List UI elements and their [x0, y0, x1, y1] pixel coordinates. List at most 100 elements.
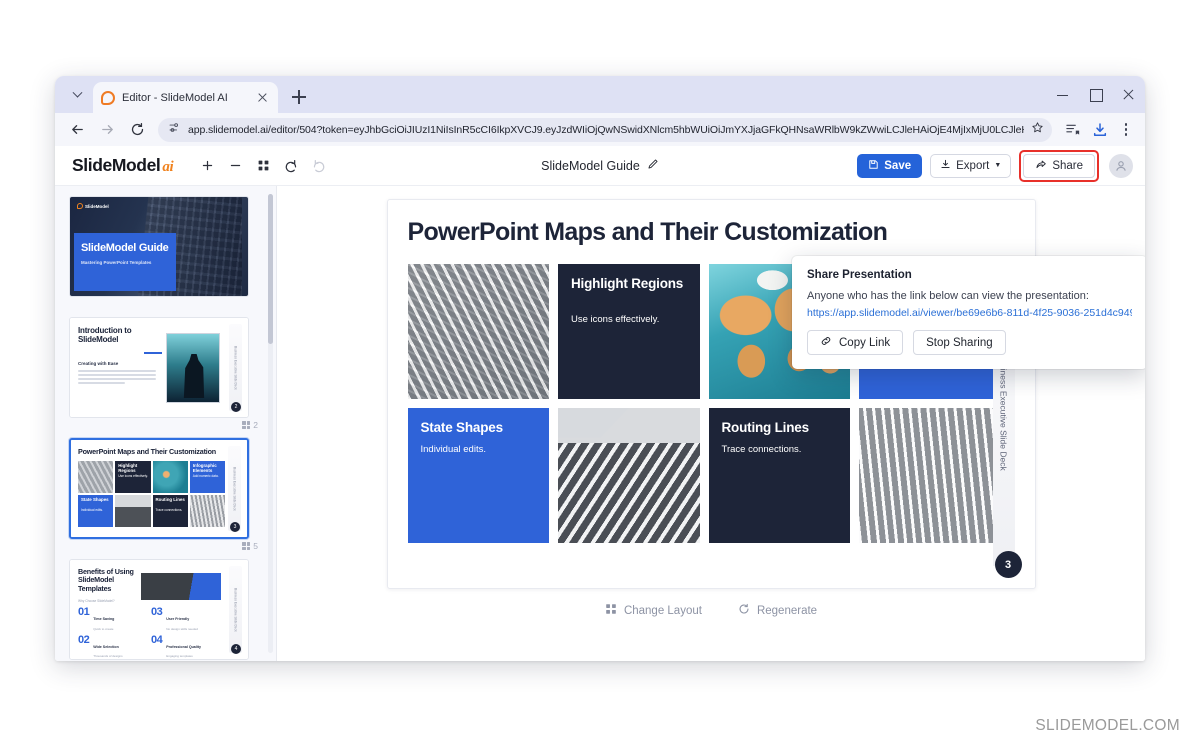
- benefit-item: 01 Time Saving Quick to create: [78, 607, 143, 631]
- download-icon: [940, 159, 951, 173]
- browser-tab-title: Editor - SlideModel AI: [122, 91, 228, 104]
- header-tools: [195, 154, 331, 178]
- benefit-desc: Thousands of designs: [93, 654, 123, 658]
- browser-tab[interactable]: Editor - SlideModel AI: [93, 82, 278, 113]
- thumbnail-cell: [115, 495, 151, 527]
- sidebar-thumbnail-2[interactable]: Introduction to SlideModel Creating with…: [69, 317, 262, 432]
- refresh-icon: [738, 603, 750, 618]
- thumbnail-frame[interactable]: Introduction to SlideModel Creating with…: [69, 317, 249, 418]
- forward-arrow-icon[interactable]: [93, 116, 121, 144]
- sidebar-thumbnail-3[interactable]: PowerPoint Maps and Their Customization …: [69, 438, 262, 553]
- canvas-toolbar: Change Layout Regenerate: [605, 603, 817, 618]
- redo-icon[interactable]: [307, 154, 331, 178]
- share-popup-buttons: Copy Link Stop Sharing: [807, 330, 1132, 355]
- benefit-number: 02: [78, 633, 90, 646]
- slide-cell-highlight-regions[interactable]: Highlight Regions Use icons effectively.: [558, 264, 700, 399]
- stop-sharing-label: Stop Sharing: [926, 336, 993, 349]
- stop-sharing-button[interactable]: Stop Sharing: [913, 330, 1006, 355]
- page-watermark: SLIDEMODEL.COM: [1035, 717, 1180, 734]
- side-strip-text: Business Executive Slide Deck: [232, 466, 237, 511]
- cell-title: Highlight Regions: [571, 276, 684, 291]
- slide-thumbnail-sidebar[interactable]: SlideModel SlideModel Guide Mastering Po…: [55, 186, 277, 661]
- slide-side-text: Business Executive Slide Deck: [998, 353, 1009, 471]
- pencil-icon[interactable]: [647, 157, 659, 175]
- app-logo[interactable]: SlideModel ai: [72, 155, 174, 176]
- close-window-icon[interactable]: [1112, 76, 1145, 113]
- benefit-item: 03 User Friendly No design skills needed: [151, 607, 216, 631]
- share-button-highlight: Share: [1019, 149, 1099, 182]
- bookmark-star-icon[interactable]: [1031, 121, 1044, 139]
- share-label: Share: [1052, 159, 1083, 172]
- copy-link-label: Copy Link: [839, 336, 891, 349]
- grid-icon: [242, 421, 251, 429]
- downloads-icon[interactable]: [1087, 117, 1113, 143]
- url-text: app.slidemodel.ai/editor/504?token=eyJhb…: [188, 123, 1024, 136]
- slide-title[interactable]: PowerPoint Maps and Their Customization: [408, 218, 1015, 247]
- tab-close-icon[interactable]: [255, 90, 270, 105]
- browser-menu-icon[interactable]: [1115, 117, 1137, 143]
- share-button[interactable]: Share: [1023, 153, 1095, 178]
- thumbnail-cell: State Shapes Individual edits.: [78, 495, 114, 527]
- sidebar-scrollbar-thumb[interactable]: [268, 194, 273, 344]
- benefit-desc: No design skills needed: [166, 626, 198, 631]
- sidebar-thumbnail-1[interactable]: SlideModel SlideModel Guide Mastering Po…: [69, 196, 262, 311]
- cell-title: Highlight Regions: [118, 463, 138, 473]
- thumbnail-frame-selected[interactable]: PowerPoint Maps and Their Customization …: [69, 438, 249, 539]
- change-layout-button[interactable]: Change Layout: [605, 603, 702, 618]
- thumbnail-frame[interactable]: Benefits of Using SlideModel Templates W…: [69, 559, 249, 660]
- export-button[interactable]: Export ▼: [930, 153, 1012, 178]
- share-icon: [1035, 158, 1047, 173]
- thumbnail-title: Benefits of Using SlideModel Templates: [78, 567, 134, 593]
- tab-search-chevron-icon[interactable]: [63, 81, 91, 109]
- slidemodel-favicon-icon: [101, 90, 115, 105]
- slide-cell-state-shapes[interactable]: State Shapes Individual edits.: [407, 408, 549, 543]
- zoom-in-icon[interactable]: [195, 154, 219, 178]
- url-bar[interactable]: app.slidemodel.ai/editor/504?token=eyJhb…: [158, 117, 1052, 142]
- regenerate-button[interactable]: Regenerate: [738, 603, 817, 618]
- regenerate-label: Regenerate: [756, 604, 818, 617]
- maximize-icon[interactable]: [1079, 76, 1112, 113]
- share-presentation-popup: Share Presentation Anyone who has the li…: [792, 256, 1145, 369]
- thumbnail-canvas: SlideModel SlideModel Guide Mastering Po…: [70, 197, 248, 296]
- side-strip-text: Business Executive Slide Deck: [233, 345, 238, 390]
- team-photo: [141, 573, 221, 600]
- thumbnail-title-panel: SlideModel Guide Mastering PowerPoint Te…: [74, 233, 176, 291]
- cell-subtitle: Trace connections.: [155, 508, 183, 512]
- thumbnail-canvas: PowerPoint Maps and Their Customization …: [71, 440, 247, 537]
- thumbnail-side-strip: Business Executive Slide Deck: [229, 324, 242, 411]
- minimize-icon[interactable]: [1046, 76, 1079, 113]
- share-popup-link[interactable]: https://app.slidemodel.ai/viewer/be69e6b…: [807, 307, 1132, 319]
- zoom-out-icon[interactable]: [223, 154, 247, 178]
- document-title[interactable]: SlideModel Guide: [541, 159, 640, 173]
- person-silhouette: [183, 354, 205, 398]
- slidemodel-logo-icon: [77, 203, 83, 209]
- thumbnail-cell: Infographic Elements Add numeric data.: [189, 461, 225, 493]
- body-line: [78, 378, 156, 381]
- brand-name: SlideModel: [72, 155, 161, 175]
- save-button[interactable]: Save: [857, 153, 923, 178]
- body-line: [78, 382, 125, 385]
- grid-view-icon[interactable]: [251, 154, 275, 178]
- reading-list-icon[interactable]: [1059, 117, 1085, 143]
- thumbnail-title: SlideModel Guide: [81, 242, 169, 254]
- browser-window: Editor - SlideModel AI app.slidemodel.ai…: [55, 76, 1145, 661]
- grid-icon: [242, 542, 251, 550]
- cell-subtitle: Trace connections.: [721, 444, 802, 455]
- new-tab-button[interactable]: [286, 84, 312, 110]
- reload-icon[interactable]: [123, 116, 151, 144]
- slide-cell-image-architecture[interactable]: [558, 408, 700, 543]
- thumbnail-logo-text: SlideModel: [85, 203, 109, 209]
- slide-cell-image-steel[interactable]: [407, 264, 549, 399]
- undo-icon[interactable]: [279, 154, 303, 178]
- site-settings-icon[interactable]: [168, 121, 181, 139]
- thumbnail-side-strip: Business Executive Slide Deck: [229, 566, 242, 653]
- copy-link-button[interactable]: Copy Link: [807, 330, 904, 355]
- thumbnail-frame[interactable]: SlideModel SlideModel Guide Mastering Po…: [69, 196, 249, 297]
- slide-cell-routing-lines[interactable]: Routing Lines Trace connections.: [708, 408, 850, 543]
- thumbnail-side-strip: Business Executive Slide Deck: [228, 446, 241, 531]
- back-arrow-icon[interactable]: [63, 116, 91, 144]
- thumbnail-logo: SlideModel: [77, 203, 109, 209]
- sidebar-thumbnail-4[interactable]: Benefits of Using SlideModel Templates W…: [69, 559, 262, 661]
- user-avatar-icon[interactable]: [1109, 153, 1133, 178]
- slide-cell-image-blinds[interactable]: [859, 408, 1001, 543]
